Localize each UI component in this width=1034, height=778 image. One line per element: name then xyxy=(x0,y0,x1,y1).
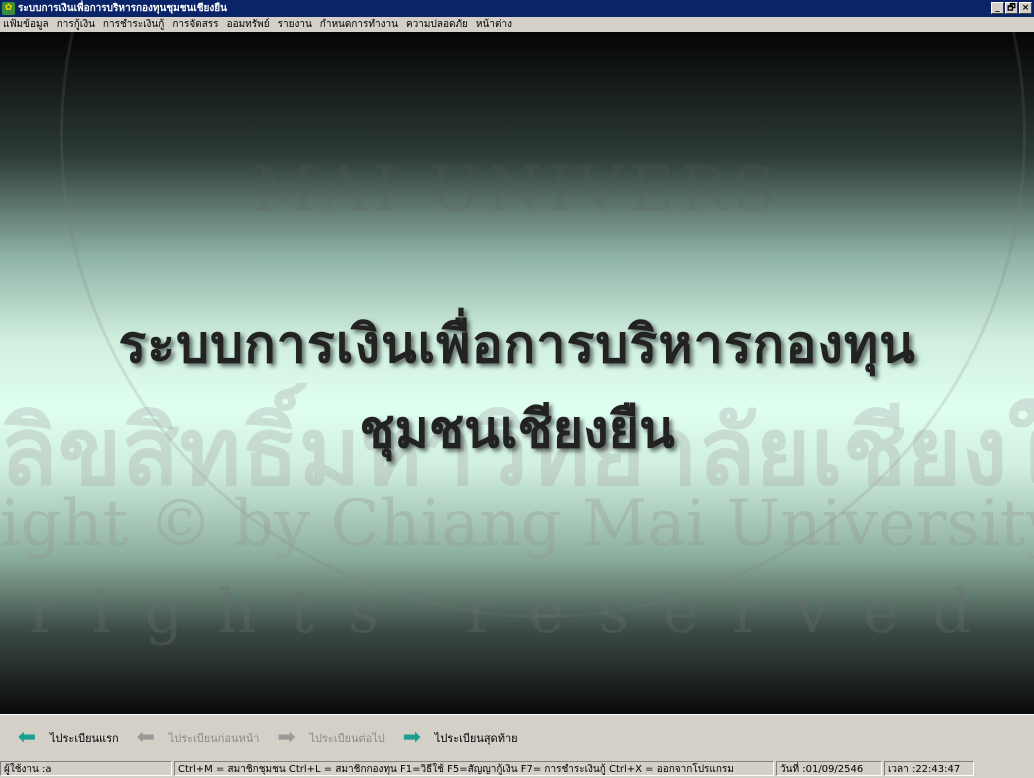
prev-record-label: ไประเบียนก่อนหน้า xyxy=(168,731,260,745)
splash-title-line1: ระบบการเงินเพื่อการบริหารกองทุน xyxy=(118,314,916,375)
menu-window[interactable]: หน้าต่าง xyxy=(473,17,517,32)
minimize-button[interactable]: _ xyxy=(991,2,1004,14)
menu-security[interactable]: ความปลอดภัย xyxy=(403,17,473,32)
next-record-label: ไประเบียนต่อไป xyxy=(309,731,385,745)
first-record-button[interactable]: ⬅ ไประเบียนแรก xyxy=(14,723,119,753)
window-title: ระบบการเงินเพื่อการบริหารกองทุนชุมชนเชีย… xyxy=(18,3,227,14)
splash-title-line2: ชุมชนเชียงยืน xyxy=(359,399,675,460)
arrow-left-icon: ⬅ xyxy=(17,724,37,750)
menu-file[interactable]: แฟ้มข้อมูล xyxy=(0,17,54,32)
prev-record-button[interactable]: ⬅ ไประเบียนก่อนหน้า xyxy=(133,723,260,753)
status-time: เวลา :22:43:47 xyxy=(884,761,974,776)
menu-bar: แฟ้มข้อมูล การกู้เงิน การชำระเงินกู้ การ… xyxy=(0,17,1034,32)
status-user: ผู้ใช้งาน :a xyxy=(0,761,172,776)
record-navigation-bar: ⬅ ไประเบียนแรก ⬅ ไประเบียนก่อนหน้า ➡ ไปร… xyxy=(0,714,1034,760)
arrow-right-icon: ➡ xyxy=(277,724,296,750)
last-record-button[interactable]: ➡ ไประเบียนสุดท้าย xyxy=(399,723,518,753)
first-record-label: ไประเบียนแรก xyxy=(50,731,119,745)
status-shortcuts: Ctrl+M = สมาชิกชุมชน Ctrl+L = สมาชิกกองท… xyxy=(174,761,774,776)
last-record-label: ไประเบียนสุดท้าย xyxy=(434,731,518,745)
next-record-button[interactable]: ➡ ไประเบียนต่อไป xyxy=(273,723,385,753)
close-button[interactable]: × xyxy=(1019,2,1032,14)
menu-loan[interactable]: การกู้เงิน xyxy=(54,17,100,32)
arrow-left-icon: ⬅ xyxy=(136,724,155,750)
menu-reports[interactable]: รายงาน xyxy=(275,17,317,32)
menu-allocation[interactable]: การจัดสรร xyxy=(169,17,223,32)
title-bar: ✿ ระบบการเงินเพื่อการบริหารกองทุนชุมชนเช… xyxy=(0,0,1034,17)
status-bar: ผู้ใช้งาน :a Ctrl+M = สมาชิกชุมชน Ctrl+L… xyxy=(0,759,1034,778)
splash-area: MAI UNIVERS ระบบการเงินเพื่อการบริหารกอง… xyxy=(0,32,1034,714)
menu-savings[interactable]: ออมทรัพย์ xyxy=(224,17,275,32)
status-date: วันที่ :01/09/2546 xyxy=(776,761,882,776)
window-controls: _ 🗗 × xyxy=(991,2,1032,14)
menu-loan-payment[interactable]: การชำระเงินกู้ xyxy=(100,17,169,32)
arrow-right-icon: ➡ xyxy=(402,724,422,750)
maximize-button[interactable]: 🗗 xyxy=(1005,2,1018,14)
app-icon: ✿ xyxy=(2,2,15,15)
menu-schedule[interactable]: กำหนดการทำงาน xyxy=(317,17,403,32)
